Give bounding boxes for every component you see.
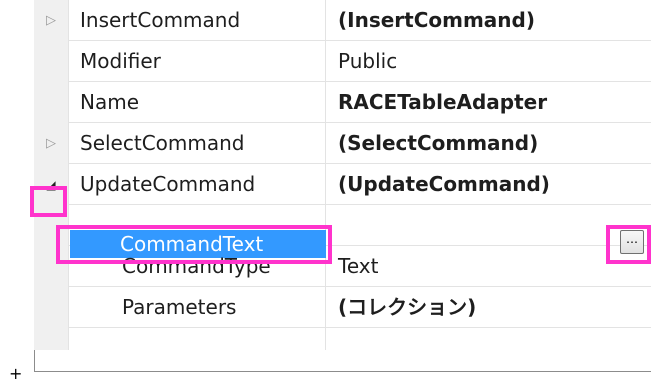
property-row-commandtype[interactable]: CommandType Text bbox=[0, 246, 651, 287]
property-value[interactable]: (コレクション) bbox=[338, 287, 476, 328]
property-value[interactable]: Text bbox=[338, 246, 378, 287]
expand-arrow-icon[interactable]: ▷ bbox=[34, 0, 68, 41]
property-value[interactable]: Public bbox=[338, 41, 397, 82]
plus-icon: + bbox=[9, 364, 23, 383]
property-name: InsertCommand bbox=[80, 8, 241, 32]
property-name: Parameters bbox=[122, 295, 237, 319]
property-row-modifier[interactable]: Modifier Public bbox=[0, 41, 651, 82]
property-name: CommandType bbox=[122, 254, 271, 278]
property-row-updatecommand[interactable]: ◢ UpdateCommand (UpdateCommand) bbox=[0, 164, 651, 205]
property-value[interactable]: RACETableAdapter bbox=[338, 82, 547, 123]
row-divider bbox=[68, 327, 651, 328]
property-name: Modifier bbox=[80, 49, 161, 73]
ellipsis-button[interactable]: … bbox=[620, 230, 644, 254]
collapse-arrow-icon[interactable]: ◢ bbox=[34, 164, 68, 205]
frame-bottom-edge bbox=[34, 371, 651, 372]
frame-left-edge bbox=[34, 350, 35, 372]
property-value[interactable]: (UpdateCommand) bbox=[338, 164, 550, 205]
property-grid: ▷ InsertCommand (InsertCommand) Modifier… bbox=[0, 0, 651, 350]
property-row-parameters[interactable]: Parameters (コレクション) bbox=[0, 287, 651, 328]
property-row-insertcommand[interactable]: ▷ InsertCommand (InsertCommand) bbox=[0, 0, 651, 41]
property-name: UpdateCommand bbox=[80, 172, 256, 196]
property-row-selectcommand[interactable]: ▷ SelectCommand (SelectCommand) bbox=[0, 123, 651, 164]
property-value[interactable]: (InsertCommand) bbox=[338, 0, 535, 41]
property-name: SelectCommand bbox=[80, 131, 245, 155]
property-row-name[interactable]: Name RACETableAdapter bbox=[0, 82, 651, 123]
expand-arrow-icon[interactable]: ▷ bbox=[34, 123, 68, 164]
property-value[interactable]: (SelectCommand) bbox=[338, 123, 538, 164]
property-name: Name bbox=[80, 90, 140, 114]
